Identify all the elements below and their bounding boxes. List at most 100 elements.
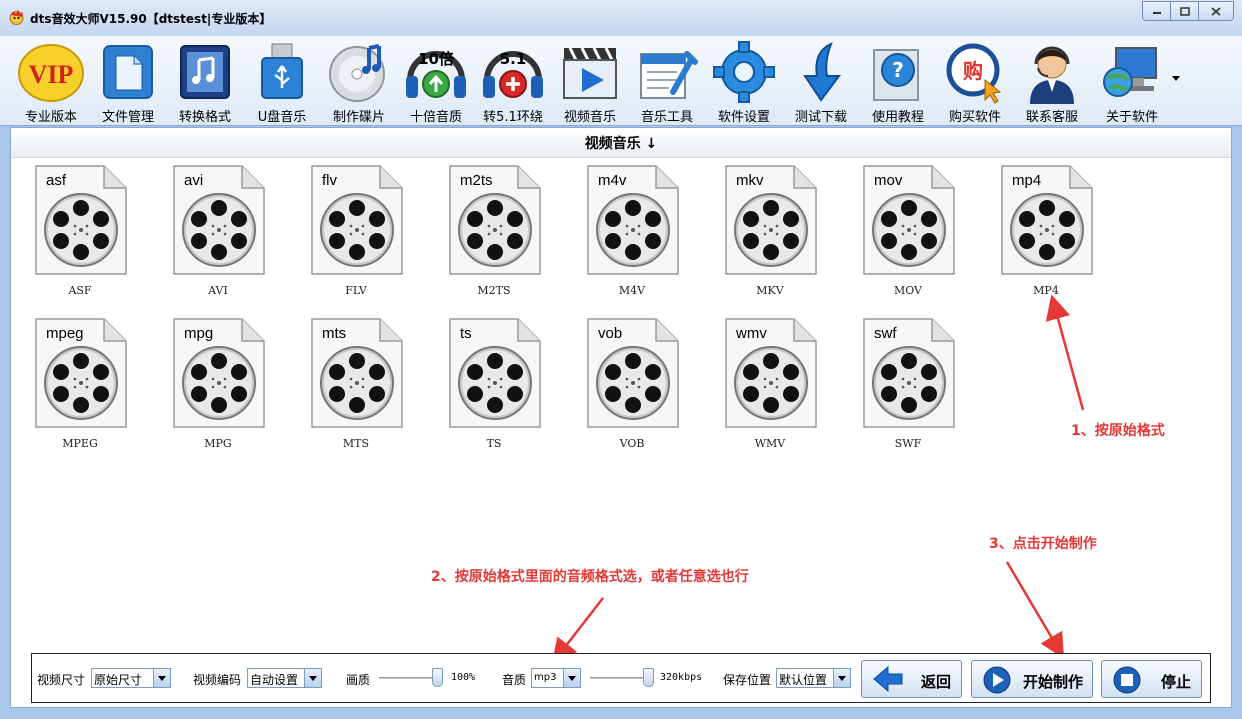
video-size-label: 视频尺寸 — [37, 673, 86, 687]
toolbar-item-buy[interactable]: 购 购买软件 — [937, 38, 1013, 126]
customer-service-icon — [1030, 46, 1074, 104]
format-item-mkv[interactable]: mkv MKV — [720, 164, 820, 297]
convert-format-icon — [180, 45, 230, 99]
format-item-swf[interactable]: swf SWF — [858, 317, 958, 450]
format-item-m4v[interactable]: m4v M4V — [582, 164, 682, 297]
surround-51-icon: 5.1 — [483, 50, 543, 98]
format-ext-label: swf — [874, 325, 897, 342]
toolbar-item-tutorial[interactable]: ? 使用教程 — [860, 38, 936, 126]
audio-bitrate-value: 320kbps — [660, 672, 703, 683]
arrow-to-audio-format — [551, 597, 604, 664]
toolbar-item-vip[interactable]: VIP 专业版本 — [13, 38, 89, 126]
close-button[interactable] — [1199, 2, 1233, 20]
format-item-mp4[interactable]: mp4 MP4 — [996, 164, 1096, 297]
audio-bitrate-slider[interactable] — [590, 668, 654, 688]
svg-text:10倍: 10倍 — [418, 50, 454, 68]
arrow-to-mp4 — [1045, 294, 1085, 411]
maximize-button[interactable] — [1171, 2, 1199, 20]
format-ext-label: ts — [460, 325, 472, 342]
toolbar-item-usb-music[interactable]: U盘音乐 — [244, 38, 320, 126]
disc-icon — [329, 44, 385, 102]
arrow-left-icon — [873, 665, 903, 693]
format-name-label: MPEG — [62, 437, 98, 450]
format-ext-label: mts — [322, 325, 347, 342]
stop-button[interactable]: 停止 — [1101, 660, 1202, 698]
format-name-label: MOV — [893, 284, 923, 297]
chevron-down-icon — [304, 669, 321, 687]
toolbar-item-about[interactable]: 关于软件 — [1094, 38, 1170, 126]
back-button[interactable]: 返回 — [861, 660, 962, 698]
slider-thumb[interactable] — [432, 668, 443, 687]
format-item-ts[interactable]: ts TS — [444, 317, 544, 450]
format-name-label: WMV — [754, 437, 786, 450]
vip-icon: VIP — [18, 44, 84, 102]
audio-format-select[interactable]: mp3 — [531, 668, 581, 688]
app-logo-icon — [9, 10, 24, 25]
format-item-wmv[interactable]: wmv WMV — [720, 317, 820, 450]
format-item-mov[interactable]: mov MOV — [858, 164, 958, 297]
format-item-mpeg[interactable]: mpeg MPEG — [30, 317, 130, 450]
window-title: dts音效大师V15.90【dtstest|专业版本】 — [30, 12, 272, 26]
format-ext-label: avi — [184, 172, 204, 189]
video-size-select[interactable]: 原始尺寸 — [91, 668, 171, 688]
toolbar-item-surround-51[interactable]: 5.1 转5.1环绕 — [475, 38, 551, 126]
save-location-select[interactable]: 默认位置 — [776, 668, 851, 688]
video-codec-select[interactable]: 自动设置 — [247, 668, 322, 688]
format-item-vob[interactable]: vob VOB — [582, 317, 682, 450]
toolbar-item-make-disc[interactable]: 制作碟片 — [321, 38, 397, 126]
toolbar-item-file-manage[interactable]: 文件管理 — [90, 38, 166, 126]
format-ext-label: flv — [322, 172, 337, 189]
video-music-icon — [563, 47, 617, 99]
format-item-m2ts[interactable]: m2ts M2TS — [444, 164, 544, 297]
format-ext-label: wmv — [736, 325, 767, 342]
toolbar-item-ten-times-quality[interactable]: 10倍 十倍音质 — [398, 38, 474, 126]
toolbar-item-music-tools[interactable]: 音乐工具 — [629, 38, 705, 126]
format-name-label: ASF — [68, 284, 92, 297]
annotation-step-3: 3、点击开始制作 — [989, 536, 1097, 552]
start-button[interactable]: 开始制作 — [971, 660, 1093, 698]
format-item-avi[interactable]: avi AVI — [168, 164, 268, 297]
format-name-label: TS — [486, 437, 502, 450]
svg-text:VIP: VIP — [29, 60, 74, 89]
play-icon — [983, 666, 1011, 694]
picture-quality-slider[interactable] — [379, 668, 443, 688]
toolbar-item-video-music[interactable]: 视频音乐 — [552, 38, 628, 126]
format-name-label: M4V — [618, 284, 646, 297]
stop-icon — [1113, 666, 1141, 694]
toolbar-item-test-download[interactable]: 测试下载 — [783, 38, 859, 126]
format-item-flv[interactable]: flv FLV — [306, 164, 406, 297]
format-ext-label: vob — [598, 325, 623, 342]
save-location-label: 保存位置 — [723, 673, 772, 687]
svg-text:5.1: 5.1 — [500, 50, 527, 68]
format-name-label: MPG — [204, 437, 232, 450]
toolbar-item-settings[interactable]: 软件设置 — [706, 38, 782, 126]
chevron-down-icon — [563, 669, 580, 687]
format-item-asf[interactable]: asf ASF — [30, 164, 130, 297]
toolbar-item-customer-service[interactable]: 联系客服 — [1014, 38, 1090, 126]
format-name-label: SWF — [894, 437, 922, 450]
format-name-label: MKV — [756, 284, 784, 297]
main-panel: 视频音乐 ↓ asf ASF avi AVI flv FLV m2ts M2TS… — [10, 127, 1232, 708]
buy-icon: 购 — [946, 43, 1002, 104]
format-item-mts[interactable]: mts MTS — [306, 317, 406, 450]
usb-music-icon — [261, 43, 303, 99]
format-name-label: M2TS — [477, 284, 511, 297]
format-name-label: VOB — [619, 437, 645, 450]
picture-quality-value: 100% — [451, 672, 476, 683]
panel-title-bar: 视频音乐 ↓ — [11, 128, 1231, 158]
download-arrow-icon — [803, 42, 841, 102]
format-name-label: AVI — [208, 284, 228, 297]
toolbar-overflow-caret-icon[interactable] — [1172, 76, 1180, 81]
chevron-down-icon — [833, 669, 850, 687]
minimize-button[interactable] — [1143, 2, 1171, 20]
close-icon — [1211, 6, 1221, 16]
svg-text:购: 购 — [963, 59, 983, 83]
svg-text:?: ? — [892, 58, 904, 82]
help-question-icon: ? — [873, 49, 919, 101]
audio-quality-label: 音质 — [502, 673, 527, 687]
toolbar-item-convert-format[interactable]: 转换格式 — [167, 38, 243, 126]
format-ext-label: mpg — [184, 325, 214, 342]
ten-times-quality-icon: 10倍 — [406, 50, 466, 98]
format-item-mpg[interactable]: mpg MPG — [168, 317, 268, 450]
slider-thumb[interactable] — [643, 668, 654, 687]
